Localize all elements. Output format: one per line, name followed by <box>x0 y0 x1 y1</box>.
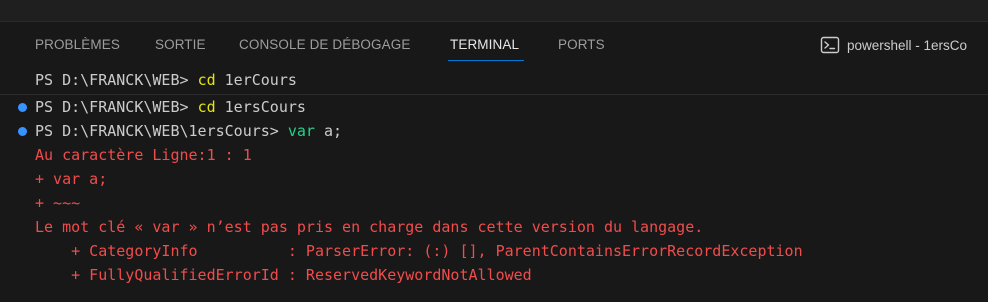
command-decoration-icon[interactable] <box>18 102 27 112</box>
prompt: PS D:\FRANCK\WEB> <box>35 98 198 116</box>
command: cd <box>197 71 216 89</box>
tab-debug-console[interactable]: CONSOLE DE DÉBOGAGE <box>239 37 410 52</box>
active-tab-indicator <box>448 60 524 61</box>
prompt: PS D:\FRANCK\WEB> <box>35 71 198 89</box>
terminal-instance-selector[interactable]: powershell - 1ersCo <box>820 35 967 55</box>
command: cd <box>197 98 216 116</box>
command-args: 1ersCours <box>215 98 306 116</box>
tab-ports[interactable]: PORTS <box>558 37 605 52</box>
command: var <box>287 122 315 140</box>
error-line: Au caractère Ligne:1 : 1 <box>35 146 252 164</box>
title-strip <box>0 0 988 22</box>
command-args: a; <box>314 122 343 140</box>
terminal-powershell-icon <box>820 36 840 54</box>
terminal-instance-label: powershell - 1ersCo <box>847 37 968 53</box>
error-category-info: + CategoryInfo : ParserError: (:) [], Pa… <box>35 242 803 260</box>
panel-tabs: PROBLÈMES SORTIE CONSOLE DE DÉBOGAGE TER… <box>0 22 988 66</box>
terminal-output[interactable]: PS D:\FRANCK\WEB> cd 1erCours PS D:\FRAN… <box>0 68 988 302</box>
terminal-line: PS D:\FRANCK\WEB\1ersCours> var a; <box>35 120 342 142</box>
terminal-panel: PROBLÈMES SORTIE CONSOLE DE DÉBOGAGE TER… <box>0 22 988 302</box>
command-args: 1erCours <box>215 71 297 89</box>
terminal-line: PS D:\FRANCK\WEB> cd 1erCours <box>35 69 297 91</box>
error-message: Le mot clé « var » n’est pas pris en cha… <box>35 218 704 236</box>
error-line: + ~~~ <box>35 194 81 212</box>
tab-problems[interactable]: PROBLÈMES <box>35 37 120 52</box>
terminal-line: PS D:\FRANCK\WEB> cd 1ersCours <box>35 96 306 118</box>
tab-output[interactable]: SORTIE <box>155 37 206 52</box>
command-separator <box>0 94 988 95</box>
error-line: + var a; <box>35 170 108 188</box>
error-qualified-id: + FullyQualifiedErrorId : ReservedKeywor… <box>35 266 532 284</box>
tab-terminal[interactable]: TERMINAL <box>450 37 519 52</box>
prompt: PS D:\FRANCK\WEB\1ersCours> <box>35 122 288 140</box>
command-decoration-icon[interactable] <box>18 126 27 136</box>
